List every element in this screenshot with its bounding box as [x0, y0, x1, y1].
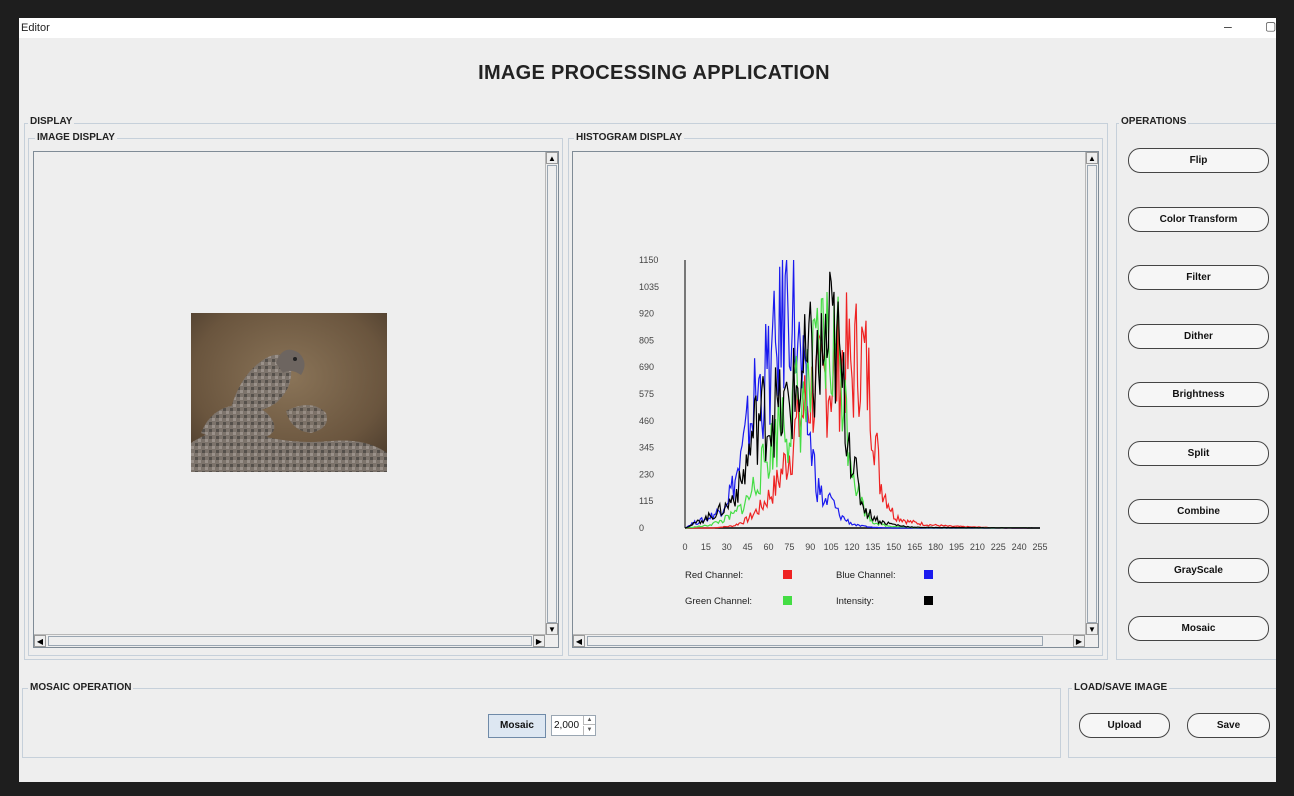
histogram-vertical-scrollbar[interactable]: ▲ ▼ — [1085, 152, 1098, 636]
histogram-vertical-thumb[interactable] — [1087, 165, 1097, 623]
display-label: DISPLAY — [28, 116, 75, 127]
scroll-down-icon[interactable]: ▼ — [546, 623, 558, 635]
y-tick-label: 1035 — [639, 282, 659, 292]
page-title: IMAGE PROCESSING APPLICATION — [478, 62, 830, 84]
image-horizontal-scrollbar[interactable]: ◀ ▶ — [34, 634, 546, 647]
x-tick-label: 135 — [865, 542, 880, 552]
window-title: Editor — [21, 22, 50, 34]
scroll-up-icon[interactable]: ▲ — [546, 152, 558, 164]
x-tick-label: 15 — [701, 542, 711, 552]
legend-label: Intensity: — [836, 596, 874, 607]
x-tick-label: 90 — [805, 542, 815, 552]
combine-button[interactable]: Combine — [1128, 499, 1269, 524]
y-tick-label: 575 — [639, 389, 654, 399]
mosaic-value[interactable]: 2,000 — [554, 720, 579, 731]
x-tick-label: 195 — [949, 542, 964, 552]
spinner-up-icon[interactable]: ▲ — [583, 716, 595, 725]
upload-button[interactable]: Upload — [1079, 713, 1170, 738]
x-tick-label: 60 — [764, 542, 774, 552]
legend-swatch — [783, 570, 792, 579]
save-button[interactable]: Save — [1187, 713, 1270, 738]
mosaic-operation-button[interactable]: Mosaic — [1128, 616, 1269, 641]
x-tick-label: 165 — [907, 542, 922, 552]
image-display-label: IMAGE DISPLAY — [35, 132, 117, 143]
image-vertical-scrollbar[interactable]: ▲ ▼ — [545, 152, 558, 636]
image-vertical-thumb[interactable] — [547, 165, 557, 623]
x-tick-label: 45 — [743, 542, 753, 552]
color-transform-button[interactable]: Color Transform — [1128, 207, 1269, 232]
scroll-right-icon[interactable]: ▶ — [1073, 635, 1085, 647]
y-tick-label: 805 — [639, 335, 654, 345]
grayscale-button[interactable]: GrayScale — [1128, 558, 1269, 583]
spinner-down-icon[interactable]: ▼ — [583, 726, 595, 735]
scroll-up-icon[interactable]: ▲ — [1086, 152, 1098, 164]
x-tick-label: 120 — [845, 542, 860, 552]
y-tick-label: 0 — [639, 523, 644, 533]
mosaic-run-button[interactable]: Mosaic — [488, 714, 546, 738]
filter-button[interactable]: Filter — [1128, 265, 1269, 290]
x-tick-label: 105 — [824, 542, 839, 552]
y-tick-label: 460 — [639, 416, 654, 426]
snake-image — [191, 313, 387, 472]
y-tick-label: 920 — [639, 309, 654, 319]
y-tick-label: 115 — [639, 496, 653, 506]
y-tick-label: 345 — [639, 443, 654, 453]
histogram-horizontal-scrollbar[interactable]: ◀ ▶ — [573, 634, 1086, 647]
histogram-chart: 0 115 230 345 460 575 690 805 920 1035 1150 0 15 30 45… — [639, 255, 1048, 607]
legend-swatch — [924, 596, 933, 605]
dither-button[interactable]: Dither — [1128, 324, 1269, 349]
y-tick-label: 690 — [639, 362, 654, 372]
brightness-button[interactable]: Brightness — [1128, 382, 1269, 407]
x-tick-label: 75 — [784, 542, 794, 552]
x-tick-label: 240 — [1012, 542, 1027, 552]
histogram-series-line — [684, 271, 1040, 529]
legend-label: Red Channel: — [685, 570, 743, 581]
scroll-left-icon[interactable]: ◀ — [573, 635, 585, 647]
x-tick-label: 30 — [722, 542, 732, 552]
restore-icon[interactable]: ▢ — [1265, 19, 1276, 33]
image-horizontal-thumb[interactable] — [48, 636, 532, 646]
legend-label: Blue Channel: — [836, 570, 896, 581]
x-tick-label: 0 — [682, 542, 687, 552]
load-save-label: LOAD/SAVE IMAGE — [1072, 682, 1170, 693]
minimize-icon[interactable]: – — [1224, 18, 1232, 34]
y-tick-label: 1150 — [639, 255, 658, 265]
window-titlebar: Editor – ▢ — [19, 18, 1276, 38]
legend-swatch — [783, 596, 792, 605]
flip-button[interactable]: Flip — [1128, 148, 1269, 173]
mosaic-value-spinner[interactable]: 2,000 ▲ ▼ — [551, 715, 596, 736]
legend-swatch — [924, 570, 933, 579]
scroll-left-icon[interactable]: ◀ — [34, 635, 46, 647]
legend-label: Green Channel: — [685, 596, 752, 607]
x-tick-label: 180 — [928, 542, 943, 552]
scroll-down-icon[interactable]: ▼ — [1086, 623, 1098, 635]
x-tick-label: 210 — [970, 542, 985, 552]
editor-window: Editor – ▢ IMAGE PROCESSING APPLICATION … — [19, 18, 1276, 782]
x-tick-label: 255 — [1032, 542, 1047, 552]
operations-label: OPERATIONS — [1119, 116, 1189, 127]
histogram-display-label: HISTOGRAM DISPLAY — [574, 132, 685, 143]
split-button[interactable]: Split — [1128, 441, 1269, 466]
y-tick-label: 230 — [639, 469, 654, 479]
x-tick-label: 225 — [991, 542, 1006, 552]
histogram-horizontal-thumb[interactable] — [587, 636, 1043, 646]
scroll-right-icon[interactable]: ▶ — [533, 635, 545, 647]
mosaic-operation-label: MOSAIC OPERATION — [28, 682, 134, 693]
x-tick-label: 150 — [886, 542, 901, 552]
